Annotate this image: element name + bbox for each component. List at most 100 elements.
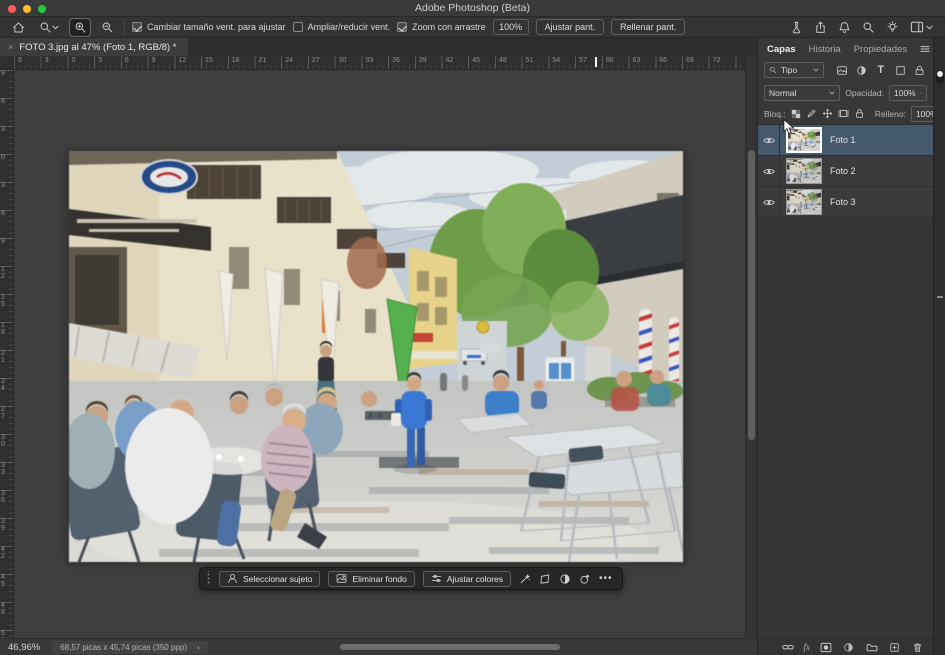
ruler-number: 24 [1,379,8,392]
notifications-bell-icon[interactable] [838,21,851,34]
layer-thumbnail[interactable] [786,189,822,215]
panel-menu-icon[interactable] [920,45,930,53]
fill-label: Relleno: [875,109,906,119]
status-zoom-level[interactable]: 46,96% [8,642,40,653]
tab-propiedades[interactable]: Propiedades [854,44,907,55]
eye-icon [763,136,775,145]
layer-row[interactable]: Foto 2 [758,156,933,187]
ruler-number: 63 [633,57,641,64]
chevron-down-icon [52,25,59,30]
canvas-right-gutter [745,56,757,638]
share-icon[interactable] [814,21,827,34]
remove-background-button[interactable]: Eliminar fondo [328,571,414,587]
document-tab-title: FOTO 3.jpg al 47% (Foto 1, RGB/8) * [19,42,176,53]
lock-artboard-icon[interactable] [838,106,849,121]
filter-type-text-icon[interactable]: T [873,63,888,78]
ruler-number: 54 [552,57,560,64]
new-layer-icon[interactable] [887,640,902,655]
lock-all-icon[interactable] [854,106,865,121]
zoom-percent-field[interactable]: 100% [493,19,529,35]
opacity-field[interactable]: 100% [889,85,927,101]
layer-visibility-toggle[interactable] [758,125,780,155]
zoom-out-button[interactable] [97,19,117,36]
document-info-chip[interactable]: 68,57 picas x 45,74 picas (350 ppp) › [52,641,207,654]
close-tab-icon[interactable]: × [8,42,13,52]
taskbar-drag-handle[interactable] [206,571,211,586]
photo-document[interactable] [69,151,683,562]
tab-capas[interactable]: Capas [767,44,796,55]
select-subject-button[interactable]: Seleccionar sujeto [219,571,320,587]
new-group-folder-icon[interactable] [864,640,879,655]
layer-name[interactable]: Foto 3 [830,197,856,207]
workspace-layout-icon [910,21,924,33]
layer-filter-row: Tipo T [758,58,933,82]
search-icon[interactable] [862,21,875,34]
layer-visibility-toggle[interactable] [758,156,780,186]
resize-window-checkbox[interactable]: Cambiar tamaño vent. para ajustar [132,22,286,32]
ruler-number: 36 [392,57,400,64]
filter-smart-object-icon[interactable] [912,63,927,78]
ruler-number: 33 [365,57,373,64]
tab-historia[interactable]: Historia [809,44,841,55]
layer-name[interactable]: Foto 2 [830,166,856,176]
fill-screen-button[interactable]: Rellenar pant. [611,19,685,35]
harmonize-button[interactable] [579,573,591,585]
generative-wand-button[interactable] [519,573,531,585]
zoom-tool[interactable] [35,19,63,36]
delete-layer-trash-icon[interactable] [910,640,925,655]
transform-icon [539,573,551,585]
ruler-number: 27 [312,57,320,64]
ruler-number: 27 [1,407,8,420]
filter-shape-icon[interactable] [893,63,908,78]
zoom-in-button[interactable] [70,19,90,36]
filter-toggle-switch[interactable] [936,70,944,84]
more-options-button[interactable]: ••• [599,574,613,584]
layer-style-fx-icon[interactable]: fx [804,642,811,652]
vertical-scrollbar[interactable] [748,150,755,440]
filter-adjustment-icon[interactable] [854,63,869,78]
dock-marker [937,296,943,298]
ruler-number: 18 [232,57,240,64]
ruler-number: 30 [1,435,8,448]
discover-bulb-icon[interactable] [886,21,899,34]
lock-position-move-icon[interactable] [822,106,833,121]
zoom-all-windows-checkbox[interactable]: Ampliar/reducir vent. [293,22,391,32]
document-tab[interactable]: × FOTO 3.jpg al 47% (Foto 1, RGB/8) * [0,38,188,56]
blend-mode-dropdown[interactable]: Normal [764,85,840,101]
beta-flask-icon[interactable] [790,21,803,34]
filter-image-icon[interactable] [834,63,849,78]
layer-visibility-toggle[interactable] [758,187,780,217]
transform-button[interactable] [539,573,551,585]
adjust-colors-button[interactable]: Ajustar colores [423,571,511,587]
home-button[interactable] [8,19,28,36]
document-tab-bar: × FOTO 3.jpg al 47% (Foto 1, RGB/8) * [0,38,757,56]
titlebar: Adobe Photoshop (Beta) [0,0,945,17]
ruler-number: 3 [45,57,49,64]
layers-panel-empty-area [758,218,933,638]
ruler-number: 30 [339,57,347,64]
fit-screen-button[interactable]: Ajustar pant. [536,19,605,35]
lock-pixels-brush-icon[interactable] [806,106,817,121]
link-layers-icon[interactable] [781,640,796,655]
ruler-number: 21 [258,57,266,64]
new-adjustment-layer-icon[interactable] [841,640,856,655]
horizontal-scrollbar[interactable] [340,644,560,650]
ruler-number: 0 [1,155,8,162]
adjustment-button[interactable] [559,573,571,585]
right-dock-strip [933,38,945,655]
magic-wand-icon [519,573,531,585]
ruler-number: 6 [18,57,22,64]
workspace-switcher[interactable] [910,21,933,33]
ruler-number: 45 [472,57,480,64]
search-icon [769,66,777,74]
add-mask-icon[interactable] [818,640,833,655]
scrubby-zoom-checkbox[interactable]: Zoom con arrastre [397,22,486,32]
layer-name[interactable]: Foto 1 [830,135,856,145]
layer-row[interactable]: Foto 3 [758,187,933,218]
harmonize-icon [579,573,591,585]
canvas-area[interactable]: Seleccionar sujeto Eliminar fondo Ajusta… [14,70,745,638]
ruler-number: 57 [579,57,587,64]
filter-type-dropdown[interactable]: Tipo [764,62,824,78]
ruler-number: 15 [1,295,8,308]
layer-thumbnail[interactable] [786,158,822,184]
